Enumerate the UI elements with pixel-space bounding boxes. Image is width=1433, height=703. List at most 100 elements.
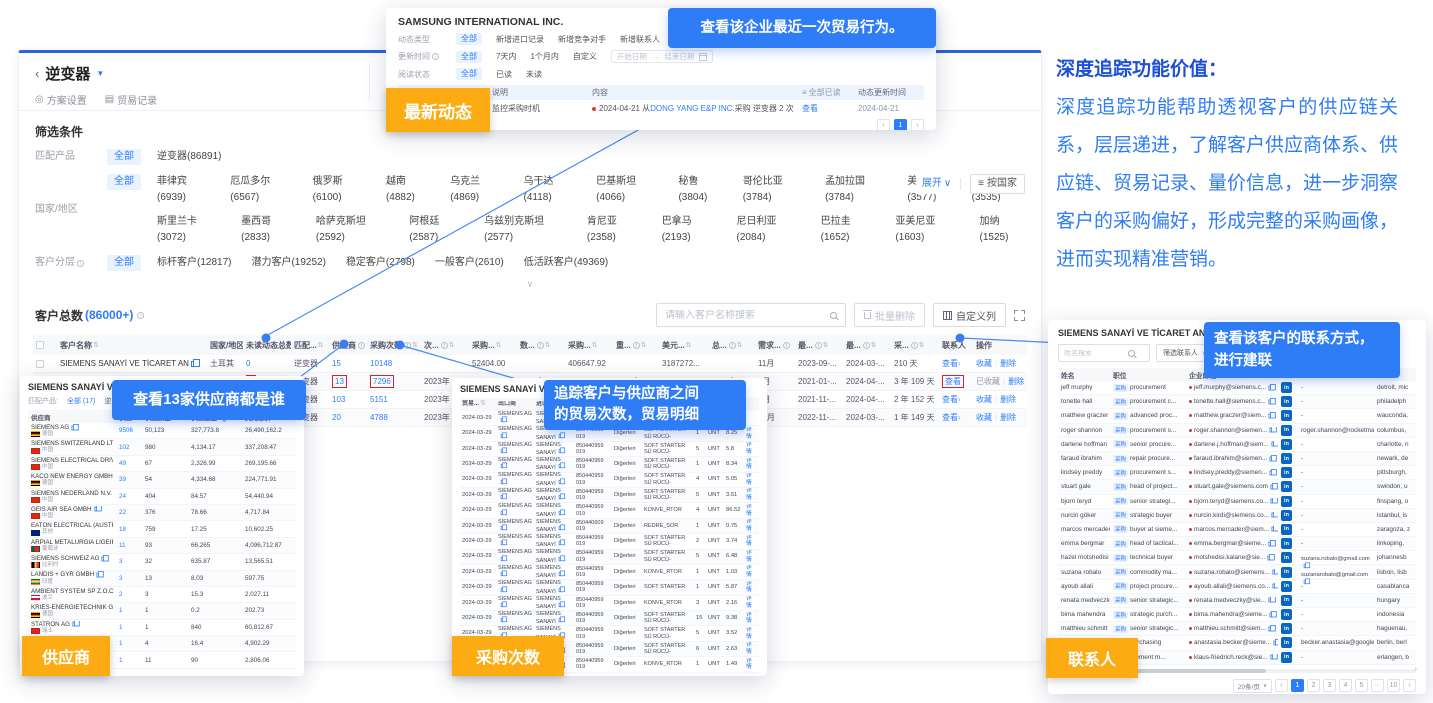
filter-item[interactable]: 秘鲁(3804) (678, 174, 722, 206)
filter-item[interactable]: 哈萨克斯坦(2592) (316, 214, 389, 246)
page-button-5[interactable]: 5 (1355, 679, 1368, 692)
linkedin-icon[interactable]: in (1281, 595, 1292, 606)
copy-icon[interactable] (559, 603, 563, 607)
contact-view-link[interactable]: 查看 (942, 394, 958, 405)
supplier-cnt-cell[interactable]: 102 (116, 444, 142, 451)
next-page-button[interactable]: › (911, 119, 924, 130)
filter-item[interactable]: 标杆客户(12817) (157, 255, 231, 271)
date-range-input[interactable]: 开始日期→结束日期 (611, 50, 714, 63)
delete-link[interactable]: 删除 (1000, 394, 1016, 405)
purchase-link[interactable]: 5151 (370, 395, 388, 404)
copy-icon[interactable] (1270, 655, 1274, 660)
filter-item[interactable]: 巴基斯坦(4066) (596, 174, 658, 206)
purchase-op-cell[interactable]: 详情 (744, 458, 759, 471)
filter-item[interactable]: 孟加拉国(3784) (825, 174, 887, 206)
copy-icon[interactable] (1272, 570, 1276, 575)
copy-icon[interactable] (501, 572, 505, 576)
copy-icon[interactable] (1270, 456, 1274, 461)
supplier-cnt-cell[interactable]: 18 (116, 526, 142, 533)
page-1-button[interactable]: 1 (894, 119, 907, 130)
filter-item[interactable]: 阿根廷(2587) (409, 214, 464, 246)
linkedin-icon[interactable]: in (1281, 481, 1292, 492)
copy-icon[interactable] (559, 572, 563, 576)
customize-columns-button[interactable]: 自定义列 (933, 303, 1006, 327)
linkedin-icon[interactable]: in (1281, 552, 1292, 563)
supplier-cnt-cell[interactable]: 22 (116, 509, 142, 516)
purchase-op-cell[interactable]: 详情 (744, 581, 759, 594)
filter-item[interactable]: 肯尼亚(2358) (587, 214, 642, 246)
purchase-op-cell[interactable]: 详情 (744, 535, 759, 548)
contact-search-field[interactable] (1064, 350, 1124, 357)
filter-all-chip[interactable]: 全部 (107, 174, 141, 190)
copy-icon[interactable] (72, 622, 76, 627)
purchase-link[interactable]: 7296 (373, 377, 391, 386)
copy-icon[interactable] (1268, 555, 1272, 560)
copy-icon[interactable] (501, 557, 505, 561)
activity-filter-all[interactable]: 全部 (456, 33, 482, 45)
sort-icon[interactable]: ⇅ (737, 341, 743, 349)
filter-item[interactable]: 巴拿马(2193) (662, 214, 717, 246)
copy-icon[interactable] (1272, 527, 1276, 532)
activity-filter-option[interactable]: 新增进口记录 (496, 34, 544, 45)
supplier-cnt-cell[interactable]: 1 (116, 607, 142, 614)
linkedin-icon[interactable]: in (1281, 609, 1292, 620)
copy-icon[interactable] (1270, 485, 1274, 490)
purchase-op-cell[interactable]: 详情 (744, 488, 759, 501)
view-link[interactable]: 查看 (798, 103, 854, 114)
supplier-link[interactable]: 15 (332, 359, 341, 368)
copy-icon[interactable] (1270, 612, 1274, 617)
filter-item[interactable]: 一般客户(2610) (435, 255, 504, 271)
sort-icon[interactable]: ⇅ (93, 341, 99, 349)
per-page-select[interactable]: 20条/页 ∨ (1233, 679, 1272, 693)
filter-item[interactable]: 巴拉圭(1652) (821, 214, 876, 246)
copy-icon[interactable] (501, 587, 505, 591)
copy-icon[interactable] (1304, 580, 1308, 584)
sort-icon[interactable]: ⇅ (592, 341, 598, 349)
copy-icon[interactable] (559, 526, 563, 530)
search-icon[interactable] (1128, 350, 1135, 357)
purchase-op-cell[interactable]: 详情 (744, 473, 759, 486)
copy-icon[interactable] (559, 587, 563, 591)
favorite-link[interactable]: 收藏 (976, 358, 992, 369)
activity-filter-option[interactable]: 自定义 (573, 51, 597, 62)
copy-icon[interactable] (559, 541, 563, 545)
page-button-1[interactable]: 1 (1291, 679, 1304, 692)
copy-icon[interactable] (1271, 442, 1275, 447)
contact-view-link[interactable]: 查看 (945, 377, 961, 386)
header-checkbox[interactable] (33, 341, 57, 349)
copy-icon[interactable] (501, 449, 505, 453)
next-page-button[interactable]: › (1403, 679, 1416, 692)
copy-icon[interactable] (1271, 499, 1275, 504)
favorite-link[interactable]: 收藏 (976, 412, 992, 423)
contact-view-link[interactable]: 查看 (942, 358, 958, 369)
purchase-op-cell[interactable]: 详情 (744, 427, 759, 440)
purchase-op-cell[interactable]: 详情 (744, 565, 759, 578)
copy-icon[interactable] (501, 418, 505, 422)
sort-icon[interactable]: ⇅ (545, 341, 551, 349)
supplier-link[interactable]: DONG YANG E&P INC. (650, 104, 734, 113)
contact-view-link[interactable]: 查看 (942, 412, 958, 423)
supplier-cnt-cell[interactable]: 24 (116, 493, 142, 500)
row-checkbox[interactable] (33, 360, 57, 368)
unread-link[interactable]: 0 (246, 359, 250, 368)
filter-item[interactable]: 乌干达(4118) (523, 174, 576, 206)
copy-icon[interactable] (559, 510, 563, 514)
copy-icon[interactable] (559, 464, 563, 468)
supplier-link[interactable]: 103 (332, 395, 345, 404)
linkedin-icon[interactable]: in (1281, 496, 1292, 507)
batch-delete-button[interactable]: 批量删除 (854, 303, 925, 327)
linkedin-icon[interactable]: in (1281, 382, 1292, 393)
linkedin-icon[interactable]: in (1281, 510, 1292, 521)
page-button-10[interactable]: 10 (1387, 679, 1400, 692)
delete-link[interactable]: 删除 (1008, 376, 1024, 387)
filter-item[interactable]: 加纳(1525) (980, 214, 1025, 246)
purchase-link[interactable]: 4788 (370, 413, 388, 422)
copy-icon[interactable] (1272, 513, 1276, 518)
copy-icon[interactable] (501, 541, 505, 545)
linkedin-icon[interactable]: in (1281, 524, 1292, 535)
sort-icon[interactable]: ⇅ (412, 341, 418, 349)
prev-page-button[interactable]: ‹ (1275, 679, 1288, 692)
linkedin-icon[interactable]: in (1281, 623, 1292, 634)
page-button-···[interactable]: ··· (1371, 679, 1384, 692)
by-country-button[interactable]: ≡按国家 (970, 174, 1025, 194)
